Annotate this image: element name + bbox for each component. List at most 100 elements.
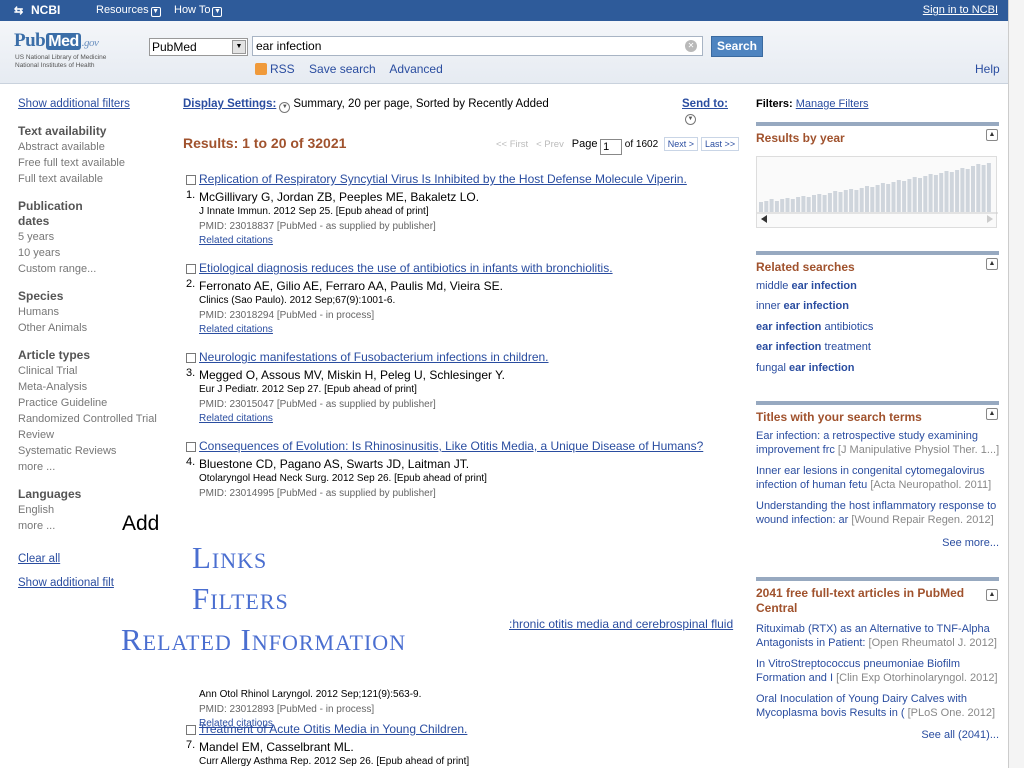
result-checkbox[interactable] — [186, 725, 196, 735]
year-bar — [955, 170, 960, 212]
collapse-icon[interactable]: ▲ — [986, 129, 998, 141]
next-page-link[interactable]: Next > — [663, 137, 699, 151]
prev-page-link[interactable]: < Prev — [536, 139, 564, 150]
clear-icon[interactable]: ✕ — [685, 40, 697, 52]
result-checkbox[interactable] — [186, 264, 196, 274]
results-by-year-chart[interactable] — [756, 156, 998, 228]
result-number: 1. — [186, 189, 196, 201]
filter-item[interactable]: Practice Guideline — [18, 395, 168, 411]
article-title-line: Formation and I [Clin Exp Otorhinolaryng… — [756, 672, 999, 686]
result-title[interactable]: Etiological diagnosis reduces the use of… — [199, 261, 613, 275]
advanced-link[interactable]: Advanced — [389, 62, 442, 76]
related-searches-heading: Related searches — [756, 260, 855, 274]
ncbi-logo[interactable]: ⇆ NCBI — [14, 3, 60, 17]
result-title[interactable]: Treatment of Acute Otitis Media in Young… — [199, 722, 467, 736]
year-bar — [965, 169, 970, 212]
article-link[interactable]: In VitroStreptococcus pneumoniae Biofilm… — [756, 658, 999, 685]
year-bar — [971, 166, 975, 212]
collapse-icon[interactable]: ▲ — [986, 258, 998, 270]
year-bar — [854, 190, 859, 212]
last-page-link[interactable]: Last >> — [701, 137, 740, 151]
show-additional-filters-link[interactable]: Show additional filters — [18, 98, 168, 110]
filter-group-heading: Publication dates — [18, 199, 83, 228]
collapse-icon[interactable]: ▲ — [986, 408, 998, 420]
article-link[interactable]: Inner ear lesions in congenital cytomega… — [756, 465, 999, 492]
send-to-label: Send to: — [682, 98, 728, 110]
filter-item[interactable]: Clinical Trial — [18, 363, 168, 379]
filter-item[interactable]: Humans — [18, 304, 168, 320]
database-select[interactable]: PubMed ▼ — [149, 38, 248, 56]
display-settings-link[interactable]: Display Settings: — [183, 98, 276, 110]
year-bar — [849, 189, 854, 212]
related-citations-link[interactable]: Related citations — [199, 413, 273, 424]
filter-item[interactable]: Systematic Reviews — [18, 443, 168, 459]
search-input[interactable]: ear infection ✕ — [252, 36, 703, 56]
search-button[interactable]: Search — [711, 36, 763, 57]
see-all-link[interactable]: See all (2041)... — [756, 729, 999, 741]
search-sub-links: RSS Save search Advanced — [255, 62, 454, 76]
related-search-link[interactable]: fungal ear infection — [756, 358, 999, 378]
related-search-link[interactable]: ear infection treatment — [756, 337, 999, 357]
result-title[interactable]: Consequences of Evolution: Is Rhinosinus… — [199, 439, 703, 453]
filter-group-heading: Languages — [18, 487, 82, 501]
year-bar — [865, 186, 869, 212]
filter-item[interactable]: more ... — [18, 459, 168, 475]
article-link[interactable]: Ear infection: a retrospective study exa… — [756, 430, 999, 457]
filter-item[interactable]: Review — [18, 427, 168, 443]
result-title[interactable]: Neurologic manifestations of Fusobacteri… — [199, 350, 549, 364]
collapse-icon[interactable]: ▲ — [986, 589, 998, 601]
logo-gov: .gov — [81, 37, 99, 49]
resources-menu[interactable]: Resources ▼ — [96, 4, 161, 17]
year-bar — [918, 178, 922, 212]
result-checkbox[interactable] — [186, 175, 196, 185]
howto-menu[interactable]: How To ▼ — [174, 4, 223, 17]
titles-with-terms-portlet: Titles with your search terms ▲ Ear infe… — [756, 401, 999, 565]
related-citations-link[interactable]: Related citations — [199, 324, 273, 335]
clear-all-link[interactable]: Clear all — [18, 553, 168, 565]
year-bar — [981, 165, 986, 212]
related-search-link[interactable]: ear infection antibiotics — [756, 317, 999, 337]
related-search-link[interactable]: inner ear infection — [756, 296, 999, 316]
related-citations-link[interactable]: Related citations — [199, 235, 273, 246]
filter-item[interactable]: Custom range... — [18, 261, 168, 277]
article-title-line: Understanding the host inflammatory resp… — [756, 500, 997, 512]
rss-icon[interactable] — [255, 63, 267, 75]
rss-link[interactable]: RSS — [270, 62, 295, 76]
help-link[interactable]: Help — [975, 62, 1000, 76]
overlay-add-text: Add — [122, 512, 160, 535]
window-edge — [1008, 0, 1024, 768]
see-more-link[interactable]: See more... — [756, 537, 999, 549]
year-bar — [790, 199, 795, 212]
article-link[interactable]: Oral Inoculation of Young Dairy Calves w… — [756, 693, 999, 720]
article-title-line: Inner ear lesions in congenital cytomega… — [756, 465, 985, 477]
filter-item[interactable]: Other Animals — [18, 320, 168, 336]
chevron-down-icon[interactable]: ▼ — [279, 102, 291, 113]
first-page-link[interactable]: << First — [496, 139, 528, 150]
year-bar — [944, 171, 949, 212]
result-checkbox[interactable] — [186, 442, 196, 452]
article-link[interactable]: Rituximab (RTX) as an Alternative to TNF… — [756, 623, 999, 650]
year-bar — [986, 163, 991, 212]
article-link[interactable]: Understanding the host inflammatory resp… — [756, 500, 999, 527]
pubmed-logo[interactable]: Pub Med .gov — [14, 30, 99, 52]
page-input[interactable]: 1 — [600, 139, 623, 155]
filter-item[interactable]: Abstract available — [18, 139, 168, 155]
filter-item[interactable]: Free full text available — [18, 155, 168, 171]
filter-item[interactable]: Randomized Controlled Trial — [18, 411, 168, 427]
filter-item[interactable]: Meta-Analysis — [18, 379, 168, 395]
sign-in-link[interactable]: Sign in to NCBI — [923, 4, 998, 16]
show-additional-filters-bottom-link[interactable]: Show additional filt — [18, 577, 168, 589]
article-title-line: infection of human fetu [Acta Neuropatho… — [756, 479, 999, 493]
filter-item[interactable]: Full text available — [18, 171, 168, 187]
logo-med: Med — [46, 33, 81, 50]
related-search-link[interactable]: middle ear infection — [756, 276, 999, 296]
save-search-link[interactable]: Save search — [309, 62, 376, 76]
filter-item[interactable]: 10 years — [18, 245, 168, 261]
manage-filters-link[interactable]: Manage Filters — [796, 98, 869, 110]
filter-item[interactable]: 5 years — [18, 229, 168, 245]
result-authors: Megged O, Assous MV, Miskin H, Peleg U, … — [199, 368, 505, 382]
send-to-link[interactable]: Send to: ▼ — [682, 98, 743, 125]
result-title[interactable]: Replication of Respiratory Syncytial Vir… — [199, 172, 687, 186]
result-checkbox[interactable] — [186, 353, 196, 363]
partial-result-title[interactable]: :hronic otitis media and cerebrospinal f… — [509, 617, 733, 631]
